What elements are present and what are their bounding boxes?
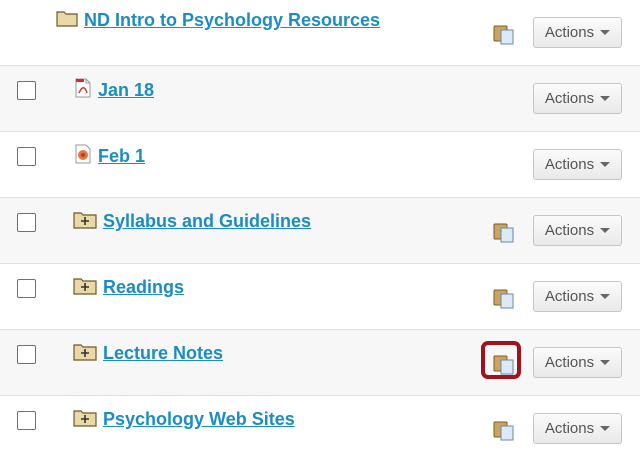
folder-link-lecture-notes[interactable]: Lecture Notes bbox=[103, 343, 223, 364]
folder-link-psychology-web-sites[interactable]: Psychology Web Sites bbox=[103, 409, 295, 430]
resource-name: Readings bbox=[73, 275, 184, 300]
resource-name: Jan 18 bbox=[74, 78, 154, 103]
select-checkbox[interactable] bbox=[17, 213, 36, 232]
resource-row: Readings Actions bbox=[0, 264, 640, 330]
actions-label: Actions bbox=[544, 354, 595, 371]
chevron-down-icon bbox=[600, 96, 611, 101]
folder-plus-icon[interactable] bbox=[73, 341, 97, 366]
chevron-down-icon bbox=[600, 360, 611, 365]
resource-name: Lecture Notes bbox=[73, 341, 223, 366]
chevron-down-icon bbox=[600, 162, 611, 167]
select-checkbox[interactable] bbox=[17, 411, 36, 430]
folder-link-readings[interactable]: Readings bbox=[103, 277, 184, 298]
actions-label: Actions bbox=[544, 156, 595, 173]
actions-button[interactable]: Actions bbox=[533, 149, 622, 180]
clipboard-copy-icon[interactable] bbox=[481, 341, 521, 379]
resource-name: ND Intro to Psychology Resources bbox=[56, 9, 380, 32]
chevron-down-icon bbox=[600, 294, 611, 299]
actions-label: Actions bbox=[544, 222, 595, 239]
clipboard-copy-icon[interactable] bbox=[492, 220, 516, 244]
actions-button[interactable]: Actions bbox=[533, 281, 622, 312]
clipboard-copy-icon[interactable] bbox=[492, 286, 516, 310]
select-checkbox[interactable] bbox=[17, 147, 36, 166]
folder-icon bbox=[56, 9, 78, 32]
chevron-down-icon bbox=[600, 426, 611, 431]
resource-row: Syllabus and Guidelines Actions bbox=[0, 198, 640, 264]
pdf-file-icon bbox=[74, 78, 92, 103]
image-file-icon bbox=[74, 144, 92, 169]
folder-plus-icon[interactable] bbox=[73, 407, 97, 432]
select-checkbox[interactable] bbox=[17, 81, 36, 100]
folder-plus-icon[interactable] bbox=[73, 209, 97, 234]
actions-label: Actions bbox=[544, 420, 595, 437]
resource-row: Jan 18 Actions bbox=[0, 66, 640, 132]
actions-button[interactable]: Actions bbox=[533, 215, 622, 246]
clipboard-copy-icon[interactable] bbox=[492, 22, 516, 46]
resource-row: Psychology Web Sites Actions bbox=[0, 396, 640, 461]
actions-button[interactable]: Actions bbox=[533, 17, 622, 48]
file-link-jan-18[interactable]: Jan 18 bbox=[98, 80, 154, 101]
resource-name: Syllabus and Guidelines bbox=[73, 209, 311, 234]
select-checkbox[interactable] bbox=[17, 345, 36, 364]
resource-row: Feb 1 Actions bbox=[0, 132, 640, 198]
clipboard-copy-icon[interactable] bbox=[492, 418, 516, 442]
actions-label: Actions bbox=[544, 90, 595, 107]
folder-plus-icon[interactable] bbox=[73, 275, 97, 300]
actions-button[interactable]: Actions bbox=[533, 413, 622, 444]
chevron-down-icon bbox=[600, 30, 611, 35]
resource-row-root: ND Intro to Psychology Resources Actions bbox=[0, 0, 640, 66]
folder-link-syllabus[interactable]: Syllabus and Guidelines bbox=[103, 211, 311, 232]
resource-name: Psychology Web Sites bbox=[73, 407, 295, 432]
folder-link-root[interactable]: ND Intro to Psychology Resources bbox=[84, 10, 380, 31]
file-link-feb-1[interactable]: Feb 1 bbox=[98, 146, 145, 167]
resource-name: Feb 1 bbox=[74, 144, 145, 169]
actions-button[interactable]: Actions bbox=[533, 83, 622, 114]
select-checkbox[interactable] bbox=[17, 279, 36, 298]
actions-label: Actions bbox=[544, 24, 595, 41]
resource-row: Lecture Notes Actions bbox=[0, 330, 640, 396]
actions-button[interactable]: Actions bbox=[533, 347, 622, 378]
actions-label: Actions bbox=[544, 288, 595, 305]
chevron-down-icon bbox=[600, 228, 611, 233]
